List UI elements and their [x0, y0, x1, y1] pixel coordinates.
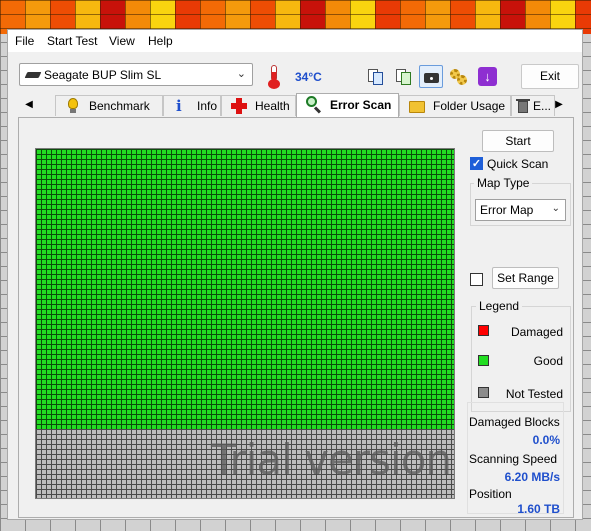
- tab-strip: Benchmark i Info Health Error Scan Folde…: [21, 93, 561, 117]
- tab-label: E...: [533, 99, 552, 113]
- info-icon: i: [176, 97, 182, 115]
- chevron-down-icon: ⌄: [236, 68, 246, 80]
- download-icon[interactable]: ↓: [475, 65, 499, 88]
- good-swatch: [478, 355, 489, 366]
- legend-label-not-tested: Not Tested: [505, 387, 563, 401]
- menu-help[interactable]: Help: [148, 34, 173, 48]
- tab-label: Health: [255, 99, 290, 113]
- health-icon: [231, 98, 247, 114]
- screenshot-icon[interactable]: [419, 65, 443, 88]
- copy-report-icon[interactable]: [363, 65, 387, 88]
- start-button[interactable]: Start: [482, 130, 554, 152]
- checkbox-unchecked-icon: [470, 273, 483, 286]
- error-map: Trial version: [35, 148, 455, 499]
- tab-info[interactable]: i Info: [163, 95, 221, 116]
- folder-icon: [409, 98, 425, 114]
- scanning-speed-label: Scanning Speed: [469, 452, 558, 466]
- temperature-value: 34°C: [295, 70, 322, 84]
- tab-label: Benchmark: [89, 99, 150, 113]
- legend-title: Legend: [476, 299, 523, 313]
- good-blocks-area: [36, 149, 454, 429]
- trial-watermark: Trial version: [211, 435, 452, 484]
- legend-group: Legend Damaged Good Not Tested: [471, 299, 571, 412]
- error-scan-icon: [306, 96, 322, 114]
- benchmark-icon: [65, 98, 81, 114]
- chevron-down-icon: ⌄: [551, 203, 560, 214]
- menu-view[interactable]: View: [109, 34, 135, 48]
- tab-label: Info: [197, 99, 218, 113]
- drive-select[interactable]: Seagate BUP Slim SL ⌄: [19, 63, 253, 86]
- legend-label-damaged: Damaged: [510, 325, 563, 339]
- menu-file[interactable]: File: [15, 34, 34, 48]
- tab-label: Folder Usage: [433, 99, 506, 113]
- tab-label: Error Scan: [330, 98, 392, 112]
- tab-folder-usage[interactable]: Folder Usage: [399, 95, 511, 116]
- damaged-blocks-label: Damaged Blocks: [469, 415, 560, 429]
- tab-scroll-right-icon[interactable]: ▶: [552, 95, 566, 115]
- tab-health[interactable]: Health: [221, 95, 296, 116]
- thermometer-icon: [264, 63, 284, 89]
- app-window: File Start Test View Help Seagate BUP Sl…: [7, 29, 583, 520]
- position-label: Position: [469, 487, 512, 501]
- stats-group: Damaged Blocks 0.0% Scanning Speed 6.20 …: [467, 402, 564, 516]
- quick-scan-label: Quick Scan: [487, 157, 549, 171]
- erase-icon: [515, 98, 531, 114]
- menu-start-test[interactable]: Start Test: [47, 34, 97, 48]
- drive-select-value: Seagate BUP Slim SL: [44, 68, 162, 82]
- set-range-button[interactable]: Set Range: [492, 267, 559, 289]
- copy-green-icon[interactable]: [391, 65, 415, 88]
- not-tested-swatch: [478, 387, 489, 398]
- tab-erase[interactable]: E...: [511, 95, 555, 116]
- scanning-speed-value: 6.20 MB/s: [504, 470, 560, 484]
- legend-label-good: Good: [533, 354, 563, 368]
- error-scan-panel: Trial version Start ✓ Quick Scan Map Typ…: [18, 117, 574, 518]
- tab-error-scan[interactable]: Error Scan: [296, 93, 399, 117]
- map-type-group: Map Type Error Map ⌄: [470, 176, 571, 226]
- checkbox-checked-icon: ✓: [470, 157, 483, 170]
- map-type-title: Map Type: [474, 176, 533, 190]
- map-type-value: Error Map: [480, 203, 534, 217]
- exit-button[interactable]: Exit: [521, 64, 579, 89]
- tab-benchmark[interactable]: Benchmark: [55, 95, 163, 116]
- settings-gears-icon[interactable]: [447, 65, 471, 88]
- drive-icon: [24, 72, 42, 78]
- damaged-blocks-value: 0.0%: [532, 433, 560, 447]
- menu-bar: File Start Test View Help: [8, 30, 582, 52]
- damaged-swatch: [478, 325, 489, 336]
- map-type-select[interactable]: Error Map ⌄: [475, 199, 566, 221]
- position-value: 1.60 TB: [517, 502, 560, 516]
